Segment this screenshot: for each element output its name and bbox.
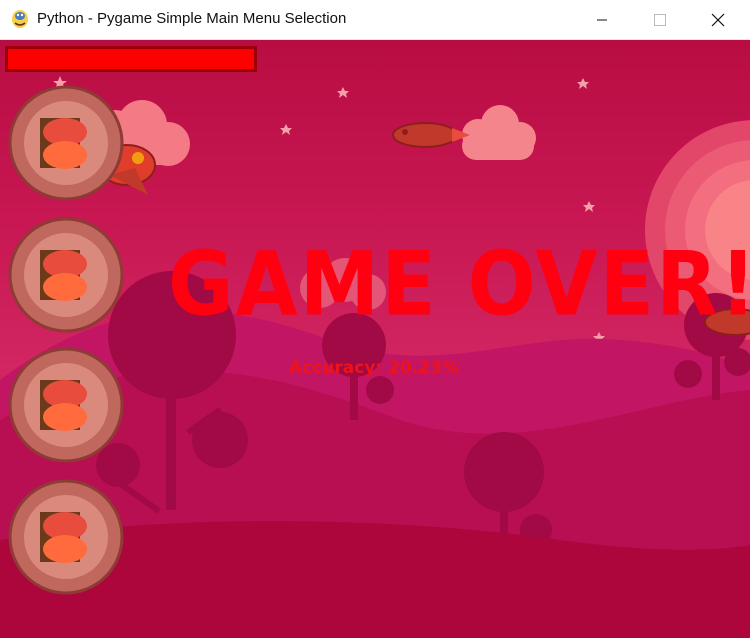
- close-button[interactable]: [689, 0, 747, 39]
- accuracy-readout: Accuracy: 20.23%: [289, 358, 459, 378]
- window-title: Python - Pygame Simple Main Menu Selecti…: [37, 10, 347, 27]
- plant-shield-icon: [8, 479, 124, 595]
- enemy-sausage-icon: [392, 122, 470, 148]
- minimize-icon: [597, 19, 607, 20]
- game-over-title: GAME OVER!: [168, 233, 750, 336]
- plant-shield-icon: [8, 217, 124, 333]
- cloud-icon: [462, 105, 536, 160]
- title-bar[interactable]: Python - Pygame Simple Main Menu Selecti…: [0, 0, 750, 40]
- health-bar-fill: [8, 49, 254, 69]
- accuracy-label: Accuracy:: [289, 358, 383, 378]
- game-window: Python - Pygame Simple Main Menu Selecti…: [0, 0, 750, 638]
- health-bar: [5, 46, 257, 72]
- maximize-button[interactable]: [631, 0, 689, 39]
- python-snake-icon: [12, 10, 28, 28]
- game-canvas[interactable]: GAME OVER! Accuracy: 20.23%: [0, 40, 750, 638]
- minimize-button[interactable]: [573, 0, 631, 39]
- maximize-icon: [654, 13, 666, 26]
- accuracy-value: 20.23%: [388, 358, 459, 378]
- close-icon: [711, 13, 725, 26]
- plant-shield-icon: [8, 347, 124, 463]
- plant-shield-icon: [8, 85, 124, 201]
